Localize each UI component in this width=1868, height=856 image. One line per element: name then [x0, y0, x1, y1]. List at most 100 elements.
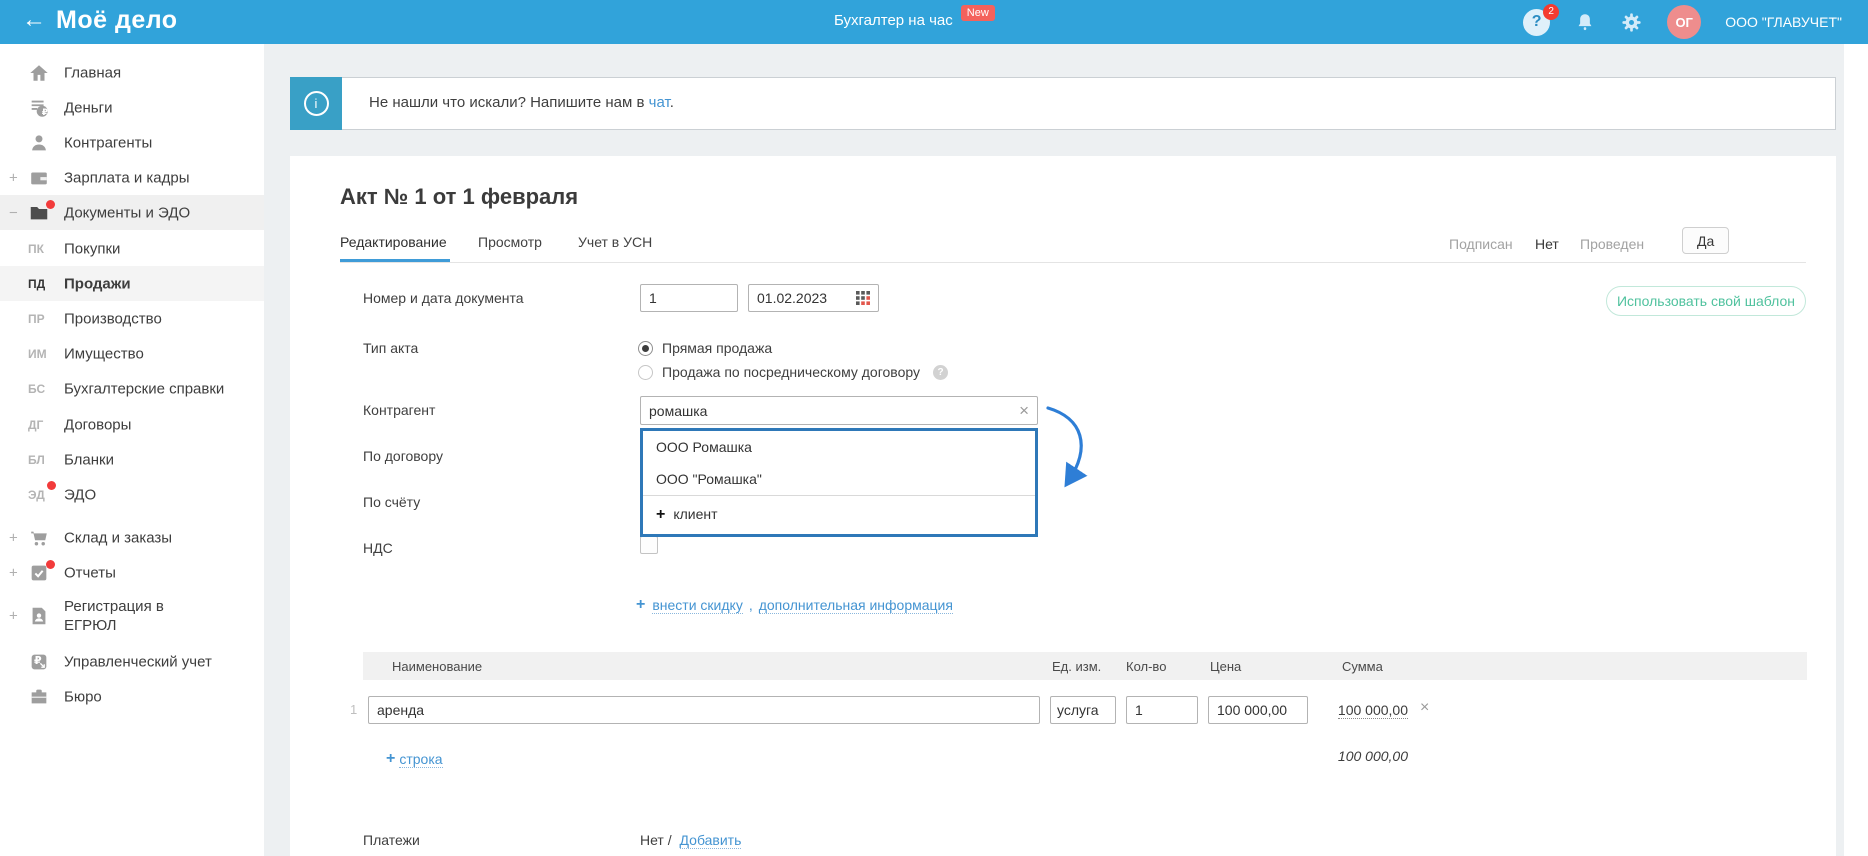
cart-icon — [28, 527, 50, 549]
plus-icon: + — [386, 750, 396, 767]
sidebar-subitem-prodazhi[interactable]: ПД Продажи — [0, 266, 264, 301]
sidebar-item-dengi[interactable]: ₽ Деньги — [0, 90, 264, 125]
accountant-hour-label: Бухгалтер на час — [834, 12, 953, 29]
use-template-button[interactable]: Использовать свой шаблон — [1606, 286, 1806, 316]
notification-dot — [46, 560, 55, 569]
help-button[interactable]: ? 2 — [1523, 3, 1560, 36]
sidebar-subitem-edo[interactable]: ЭД ЭДО — [0, 477, 264, 512]
sidebar-subitem-spravki[interactable]: БС Бухгалтерские справки — [0, 371, 264, 406]
sidebar-item-otchety[interactable]: + Отчеты — [0, 555, 264, 590]
doc-date-value: 01.02.2023 — [757, 290, 828, 306]
posted-toggle-button[interactable]: Да — [1682, 227, 1730, 254]
sidebar-item-label: Деньги — [64, 99, 113, 116]
sidebar-subitem-pokupki[interactable]: ПК Покупки — [0, 231, 264, 266]
item-unit-input[interactable] — [1050, 696, 1116, 724]
col-unit: Ед. изм. — [1052, 659, 1102, 674]
radio-intermediary-sale[interactable]: Продажа по посредническому договору ? — [638, 362, 948, 382]
sidebar-item-label: Регистрация в ЕГРЮЛ — [64, 598, 164, 634]
subitem-label: Покупки — [64, 240, 121, 257]
subitem-label: Имущество — [64, 345, 144, 362]
sidebar-item-upravlencheskiy[interactable]: ₽ Управленческий учет — [0, 644, 264, 679]
sidebar-item-kontragenty[interactable]: Контрагенты — [0, 125, 264, 160]
vat-checkbox[interactable] — [640, 536, 658, 554]
document-card — [290, 156, 1836, 856]
dropdown-add-client[interactable]: + клиент — [643, 495, 1035, 534]
new-badge: New — [960, 5, 995, 21]
subitem-code: ИМ — [28, 346, 47, 361]
accountant-hour-link[interactable]: Бухгалтер на час New — [834, 5, 995, 30]
expand-plus-icon[interactable]: + — [9, 169, 18, 186]
col-qty: Кол-во — [1126, 659, 1167, 674]
subitem-code: БЛ — [28, 452, 45, 467]
item-name-input[interactable] — [368, 696, 1040, 724]
bell-icon[interactable] — [1574, 11, 1596, 33]
subitem-code: ПР — [28, 311, 45, 326]
company-name[interactable]: ООО "ГЛАВУЧЕТ" — [1725, 14, 1842, 30]
tab-preview[interactable]: Просмотр — [478, 234, 542, 250]
payments-value: Нет / Добавить — [640, 832, 742, 849]
sidebar-item-sklad[interactable]: + Склад и заказы — [0, 520, 264, 555]
app-root: ← Моё дело Бухгалтер на час New ? 2 ОГ О… — [0, 0, 1868, 856]
sidebar-item-label: Документы и ЭДО — [64, 204, 191, 221]
doc-date-input[interactable]: 01.02.2023 — [748, 284, 879, 312]
item-sum: 100 000,00 — [1337, 702, 1408, 719]
sidebar-subitem-blanki[interactable]: БЛ Бланки — [0, 442, 264, 477]
sidebar-item-zarplata[interactable]: + Зарплата и кадры — [0, 160, 264, 195]
tab-editing[interactable]: Редактирование — [340, 234, 447, 250]
expand-plus-icon[interactable]: + — [9, 529, 18, 546]
act-type-label: Тип акта — [363, 340, 419, 356]
gear-icon[interactable] — [1620, 11, 1643, 34]
sidebar-item-label: Зарплата и кадры — [64, 169, 190, 186]
col-price: Цена — [1210, 659, 1242, 674]
expand-plus-icon[interactable]: + — [9, 608, 18, 625]
sidebar-subitem-proizvodstvo[interactable]: ПР Производство — [0, 301, 264, 336]
contractor-input[interactable]: ромашка × — [640, 396, 1038, 425]
back-icon[interactable]: ← — [22, 6, 46, 34]
dropdown-option-2[interactable]: ООО "Ромашка" — [643, 463, 1035, 495]
number-date-label: Номер и дата документа — [363, 290, 524, 306]
radio-direct-sale[interactable]: Прямая продажа — [638, 338, 772, 358]
calendar-icon[interactable] — [856, 291, 870, 305]
item-price-input[interactable] — [1208, 696, 1308, 724]
contractor-label: Контрагент — [363, 402, 436, 418]
money-icon: ₽ — [28, 97, 50, 119]
help-question-icon[interactable]: ? — [933, 364, 948, 380]
dropdown-option-1[interactable]: ООО Ромашка — [643, 431, 1035, 463]
sidebar-subitem-dogovory[interactable]: ДГ Договоры — [0, 407, 264, 442]
radio-unselected-icon[interactable] — [638, 364, 653, 380]
contractor-dropdown: ООО Ромашка ООО "Ромашка" + клиент — [640, 428, 1038, 537]
sidebar-item-dokumenty-edo[interactable]: − Документы и ЭДО — [0, 195, 264, 230]
doc-number-input[interactable] — [640, 284, 738, 312]
tabs-divider — [340, 262, 1806, 263]
clear-icon[interactable]: × — [1019, 402, 1029, 419]
page-title: Акт № 1 от 1 февраля — [340, 184, 579, 209]
radio-label: Продажа по посредническому договору — [662, 364, 920, 380]
sidebar-item-byuro[interactable]: Бюро — [0, 679, 264, 714]
add-discount-link[interactable]: внести скидку — [652, 597, 743, 614]
sidebar-item-glavnaya[interactable]: Главная — [0, 55, 264, 90]
table-total: 100 000,00 — [1337, 748, 1408, 764]
app-logo[interactable]: Моё дело — [56, 6, 178, 35]
sidebar-item-label: Бюро — [64, 688, 102, 705]
scrollbar-track[interactable] — [1844, 44, 1868, 856]
subitem-label: Бухгалтерские справки — [64, 380, 225, 397]
add-payment-link[interactable]: Добавить — [679, 832, 742, 849]
subitem-label: Договоры — [64, 416, 132, 433]
sidebar-item-registraciya[interactable]: + Регистрация в ЕГРЮЛ — [0, 590, 264, 642]
add-row-link[interactable]: строка — [399, 751, 443, 768]
tab-usn[interactable]: Учет в УСН — [578, 234, 652, 250]
additional-info-link[interactable]: дополнительная информация — [758, 597, 953, 614]
item-qty-input[interactable] — [1126, 696, 1198, 724]
chat-link[interactable]: чат — [649, 94, 670, 111]
signed-label: Подписан — [1449, 236, 1513, 252]
subitem-label: ЭДО — [64, 486, 97, 503]
add-row-link-wrap: + строка — [386, 750, 443, 768]
notification-dot — [47, 481, 56, 490]
radio-selected-icon[interactable] — [638, 340, 653, 356]
avatar[interactable]: ОГ — [1667, 5, 1702, 39]
sidebar-subitem-imushchestvo[interactable]: ИМ Имущество — [0, 336, 264, 371]
expand-plus-icon[interactable]: + — [9, 564, 18, 581]
delete-row-icon[interactable]: × — [1420, 699, 1429, 717]
collapse-minus-icon[interactable]: − — [9, 204, 18, 221]
subitem-code: БС — [28, 381, 46, 396]
